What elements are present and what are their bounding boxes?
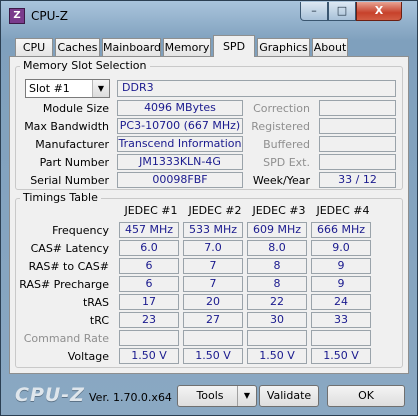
ok-button[interactable]: OK <box>327 385 405 407</box>
tab-about[interactable]: About <box>312 38 348 57</box>
maximize-button[interactable]: □ <box>328 2 356 21</box>
version-text: Ver. 1.70.0.x64 <box>89 391 172 404</box>
timing-cell: 7 <box>183 276 243 292</box>
module-size-field: 4096 MBytes <box>117 100 243 116</box>
timing-cell <box>183 330 243 346</box>
tools-button[interactable]: Tools ▼ <box>177 385 257 407</box>
timing-cell: 8 <box>247 258 307 274</box>
timing-cell <box>119 330 179 346</box>
part-number-label: Part Number <box>39 156 109 169</box>
registered-field <box>319 118 396 134</box>
tab-caches[interactable]: Caches <box>55 38 100 57</box>
timing-cell <box>247 330 307 346</box>
part-number-field: JM1333KLN-4G <box>117 154 243 170</box>
manufacturer-label: Manufacturer <box>35 138 109 151</box>
memory-type-field: DDR3 <box>117 80 396 97</box>
timing-row-label: RAS# to CAS# <box>28 260 109 273</box>
tab-memory[interactable]: Memory <box>163 38 211 57</box>
timing-cell: 457 MHz <box>119 222 179 238</box>
timing-cell: 6 <box>119 258 179 274</box>
cpuz-window: Z CPU-Z – □ X CPU Caches Mainboard Memory SP… <box>0 0 418 416</box>
chevron-down-icon[interactable]: ▼ <box>237 386 256 406</box>
timing-row-label: Frequency <box>52 224 109 237</box>
cpuz-app-icon: Z <box>9 8 25 24</box>
timing-cell: 9 <box>311 258 371 274</box>
tab-mainboard[interactable]: Mainboard <box>102 38 161 57</box>
timing-cell: 9 <box>311 276 371 292</box>
close-button[interactable]: X <box>356 2 402 21</box>
timing-cell: 24 <box>311 294 371 310</box>
jedec-column-header: JEDEC #2 <box>188 204 242 217</box>
validate-button[interactable]: Validate <box>259 385 319 407</box>
timing-row-label: tRC <box>89 314 109 327</box>
timing-cell: 6.0 <box>119 240 179 256</box>
spd-ext-label: SPD Ext. <box>263 156 310 169</box>
timing-cell: 27 <box>183 312 243 328</box>
cpuz-logo: CPU-Z <box>15 384 85 406</box>
timing-row-label: tRAS <box>82 296 109 309</box>
memory-slot-group-title: Memory Slot Selection <box>20 59 150 72</box>
max-bandwidth-label: Max Bandwidth <box>24 120 109 133</box>
timing-cell: 30 <box>247 312 307 328</box>
timing-cell: 33 <box>311 312 371 328</box>
title-bar[interactable]: Z CPU-Z – □ X <box>1 1 417 31</box>
timing-row-label: Voltage <box>67 350 109 363</box>
timing-cell: 7.0 <box>183 240 243 256</box>
buffered-field <box>319 136 396 152</box>
timing-row-label: RAS# Precharge <box>19 278 109 291</box>
timing-cell: 8.0 <box>247 240 307 256</box>
tab-spd[interactable]: SPD <box>213 35 255 57</box>
timing-cell: 20 <box>183 294 243 310</box>
tab-graphics[interactable]: Graphics <box>257 38 310 57</box>
timings-group-title: Timings Table <box>20 191 101 204</box>
week-year-label: Week/Year <box>252 174 310 187</box>
timing-row-label: CAS# Latency <box>30 242 109 255</box>
timing-cell: 17 <box>119 294 179 310</box>
slot-select-value: Slot #1 <box>29 82 70 95</box>
timing-cell: 9.0 <box>311 240 371 256</box>
spd-ext-field <box>319 154 396 170</box>
window-title: CPU-Z <box>31 9 68 23</box>
timing-cell: 1.50 V <box>247 348 307 364</box>
tools-button-label: Tools <box>196 389 224 402</box>
jedec-column-header: JEDEC #1 <box>124 204 178 217</box>
tab-cpu[interactable]: CPU <box>15 38 53 57</box>
timing-cell: 22 <box>247 294 307 310</box>
timing-cell: 23 <box>119 312 179 328</box>
correction-field <box>319 100 396 116</box>
serial-number-label: Serial Number <box>30 174 109 187</box>
timing-cell: 666 MHz <box>311 222 371 238</box>
serial-number-field: 00098FBF <box>117 172 243 188</box>
timing-cell: 1.50 V <box>183 348 243 364</box>
timing-cell: 6 <box>119 276 179 292</box>
timing-cell: 7 <box>183 258 243 274</box>
timing-cell: 1.50 V <box>119 348 179 364</box>
week-year-field: 33 / 12 <box>319 172 396 188</box>
chevron-down-icon[interactable]: ▼ <box>92 80 109 97</box>
timing-cell: 1.50 V <box>311 348 371 364</box>
timing-cell: 8 <box>247 276 307 292</box>
correction-label: Correction <box>253 102 310 115</box>
timing-cell: 609 MHz <box>247 222 307 238</box>
slot-select[interactable]: Slot #1 ▼ <box>25 79 110 98</box>
jedec-column-header: JEDEC #4 <box>316 204 370 217</box>
manufacturer-field: Transcend Information <box>117 136 243 152</box>
timing-cell: 533 MHz <box>183 222 243 238</box>
max-bandwidth-field: PC3-10700 (667 MHz) <box>117 118 243 134</box>
timing-cell <box>311 330 371 346</box>
buffered-label: Buffered <box>263 138 310 151</box>
jedec-column-header: JEDEC #3 <box>252 204 306 217</box>
minimize-button[interactable]: – <box>300 2 328 21</box>
registered-label: Registered <box>251 120 310 133</box>
timing-row-label: Command Rate <box>23 332 109 345</box>
module-size-label: Module Size <box>42 102 109 115</box>
